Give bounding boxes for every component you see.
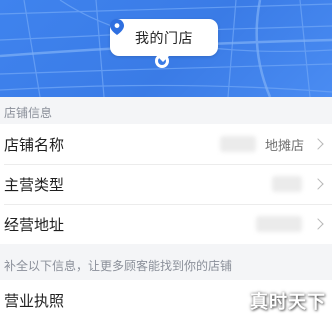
business-type-row[interactable]: 主营类型 <box>0 164 332 204</box>
extra-info-section-title: 补全以下信息，让更多顾客能找到你的店铺 <box>4 259 233 273</box>
business-license-label: 营业执照 <box>4 291 65 310</box>
store-info-section-title: 店铺信息 <box>4 106 53 120</box>
my-store-label: 我的门店 <box>135 30 193 47</box>
redacted-value <box>272 176 302 192</box>
store-name-row[interactable]: 店铺名称 地摊店 <box>0 124 332 164</box>
redacted-value <box>256 216 302 232</box>
store-location-dot <box>155 54 169 68</box>
store-name-value: 地摊店 <box>264 138 304 154</box>
redacted-value <box>220 136 256 152</box>
business-address-row[interactable]: 经营地址 <box>0 204 332 244</box>
location-pin-icon <box>110 19 124 35</box>
chevron-right-icon <box>312 178 324 190</box>
business-address-label: 经营地址 <box>4 215 65 234</box>
business-type-label: 主营类型 <box>4 175 65 194</box>
store-info-card: 店铺名称 地摊店 主营类型 经营地址 <box>0 124 332 244</box>
chevron-right-icon <box>312 218 324 230</box>
my-store-bubble[interactable]: 我的门店 <box>110 19 218 62</box>
watermark: 真时天下 <box>250 292 326 313</box>
chevron-right-icon <box>312 138 324 150</box>
store-map[interactable]: 我的门店 <box>0 0 332 97</box>
store-name-label: 店铺名称 <box>4 135 65 154</box>
